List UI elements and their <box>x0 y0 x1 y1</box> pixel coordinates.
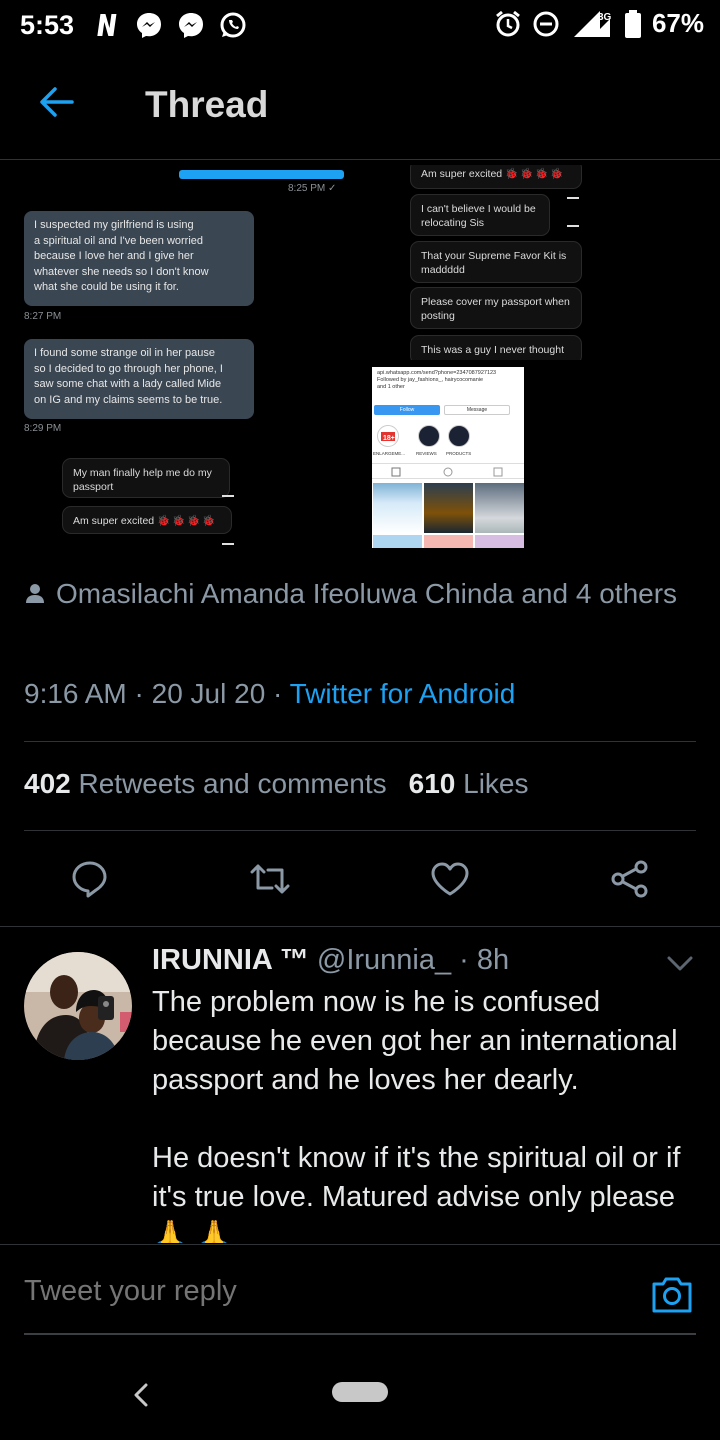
chat-bubble: This was a guy I never thought <box>410 335 582 360</box>
retweets-label: Retweets and comments <box>78 768 387 799</box>
like-icon[interactable] <box>429 858 471 900</box>
tweet-date: 20 Jul 20 <box>151 678 266 709</box>
do-not-disturb-icon <box>533 11 559 36</box>
retweets-stat[interactable]: 402 Retweets and comments <box>24 768 387 799</box>
chat-bubble: That your Supreme Favor Kit is maddddd <box>410 241 582 283</box>
chat-text: Am super excited <box>73 515 155 527</box>
reply-icon[interactable] <box>69 858 111 900</box>
tweet-actions <box>0 852 720 908</box>
tweet-source-link[interactable]: Twitter for Android <box>290 678 516 709</box>
chat-screenshot-right: Am super excited 🐞🐞🐞🐞 I can't believe I … <box>404 165 604 360</box>
avatar[interactable] <box>24 952 132 1060</box>
liked-by[interactable]: Omasilachi Amanda Ifeoluwa Chinda and 4 … <box>24 574 684 614</box>
netflix-notification-icon <box>97 14 117 36</box>
instagram-post-thumb <box>424 535 473 548</box>
chat-screenshot-left: 8:25 PM ✓ I suspected my girlfriend is u… <box>24 165 369 550</box>
instagram-post-thumb <box>373 535 422 548</box>
chat-time: 8:29 PM <box>24 423 62 434</box>
arrow-left-icon[interactable] <box>36 82 76 122</box>
instagram-tabs <box>372 463 524 479</box>
tweet-media[interactable]: 8:25 PM ✓ I suspected my girlfriend is u… <box>24 165 696 550</box>
chat-bubble: I can't believe I would be relocating Si… <box>410 194 550 236</box>
alarm-icon <box>496 10 520 36</box>
retweets-count: 402 <box>24 768 71 799</box>
battery-icon <box>624 9 641 38</box>
notification-icons <box>92 10 248 40</box>
system-icons: 3G 67% <box>494 8 704 39</box>
svg-text:3G: 3G <box>598 12 612 23</box>
tweet-time: 9:16 AM <box>24 678 127 709</box>
page-title: Thread <box>145 84 269 125</box>
sent-message-bar <box>179 170 344 179</box>
battery-percent: 67% <box>651 8 704 38</box>
instagram-screenshot: api.whatsapp.com/send?phone=234708792712… <box>372 367 524 548</box>
chat-time: 8:27 PM <box>24 311 62 322</box>
reply-author-name[interactable]: IRUNNIA ™ <box>152 944 309 976</box>
highlight-circle <box>448 425 470 447</box>
svg-text:18+: 18+ <box>383 435 395 442</box>
highlight-label: ENLARGEME... <box>373 451 406 456</box>
messenger-icon-2 <box>179 13 203 38</box>
instagram-post-thumb <box>475 535 524 548</box>
ladybug-emoji: 🐞🐞🐞🐞 <box>505 168 566 180</box>
highlight-circle: 18+ <box>377 425 399 447</box>
status-bar: 5:53 3G 67% <box>0 0 720 52</box>
likes-count: 610 <box>408 768 456 799</box>
tweet-stats: 402 Retweets and comments 610 Likes <box>24 768 529 800</box>
ladybug-emoji: 🐞🐞🐞🐞 <box>157 515 218 527</box>
liked-by-text: Omasilachi Amanda Ifeoluwa Chinda and 4 … <box>56 578 678 609</box>
reply-handle: @Irunnia_ · 8h <box>316 944 510 976</box>
tick-mark <box>567 197 579 199</box>
reply-text: The problem now is he is confused becaus… <box>152 986 681 1243</box>
divider <box>0 926 720 927</box>
instagram-profile-info: api.whatsapp.com/send?phone=234708792712… <box>377 370 497 390</box>
instagram-post-thumb <box>424 483 473 533</box>
chat-bubble: Am super excited 🐞🐞🐞🐞 <box>62 506 232 534</box>
divider <box>24 830 696 831</box>
share-icon[interactable] <box>609 858 651 900</box>
chat-bubble: I suspected my girlfriend is using a spi… <box>24 211 254 306</box>
reply-composer <box>0 1244 720 1354</box>
instagram-follow: Follow <box>374 405 440 415</box>
highlight-label: REVIEWS <box>416 451 437 456</box>
likes-stat[interactable]: 610 Likes <box>409 768 529 799</box>
input-underline <box>24 1333 696 1335</box>
highlight-circle <box>418 425 440 447</box>
reply-header: IRUNNIA ™ @Irunnia_ · 8h <box>152 944 509 977</box>
retweet-icon[interactable] <box>249 858 291 900</box>
divider <box>24 741 696 742</box>
whatsapp-icon <box>220 12 246 38</box>
chat-bubble: My man finally help me do my passport <box>62 458 230 498</box>
camera-icon[interactable] <box>650 1273 694 1315</box>
thread-header: Thread <box>0 52 720 160</box>
instagram-message: Message <box>444 405 510 415</box>
person-icon <box>26 584 44 603</box>
instagram-post-thumb <box>373 483 422 533</box>
chat-bubble: Am super excited 🐞🐞🐞🐞 <box>410 165 582 189</box>
tick-mark <box>567 225 579 227</box>
chat-bubble: I found some strange oil in her pause so… <box>24 339 254 419</box>
chevron-down-icon[interactable] <box>666 954 694 974</box>
instagram-post-thumb <box>475 483 524 533</box>
tick-mark <box>222 543 234 545</box>
sent-time: 8:25 PM ✓ <box>288 183 337 194</box>
messenger-icon <box>137 13 161 38</box>
tick-mark <box>222 495 234 497</box>
likes-label: Likes <box>463 768 529 799</box>
chat-bubble: Please cover my passport when posting <box>410 287 582 329</box>
home-pill-button[interactable] <box>332 1382 388 1402</box>
signal-icon: 3G <box>573 10 612 37</box>
status-time: 5:53 <box>20 10 75 40</box>
nav-back-icon[interactable] <box>128 1380 152 1410</box>
system-nav-bar <box>0 1354 720 1440</box>
highlight-label: PRODUCTS <box>446 451 472 456</box>
chat-text: Am super excited <box>421 168 503 180</box>
reply-input[interactable] <box>24 1275 624 1308</box>
tweet-timestamp: 9:16 AM · 20 Jul 20 · Twitter for Androi… <box>24 678 516 709</box>
